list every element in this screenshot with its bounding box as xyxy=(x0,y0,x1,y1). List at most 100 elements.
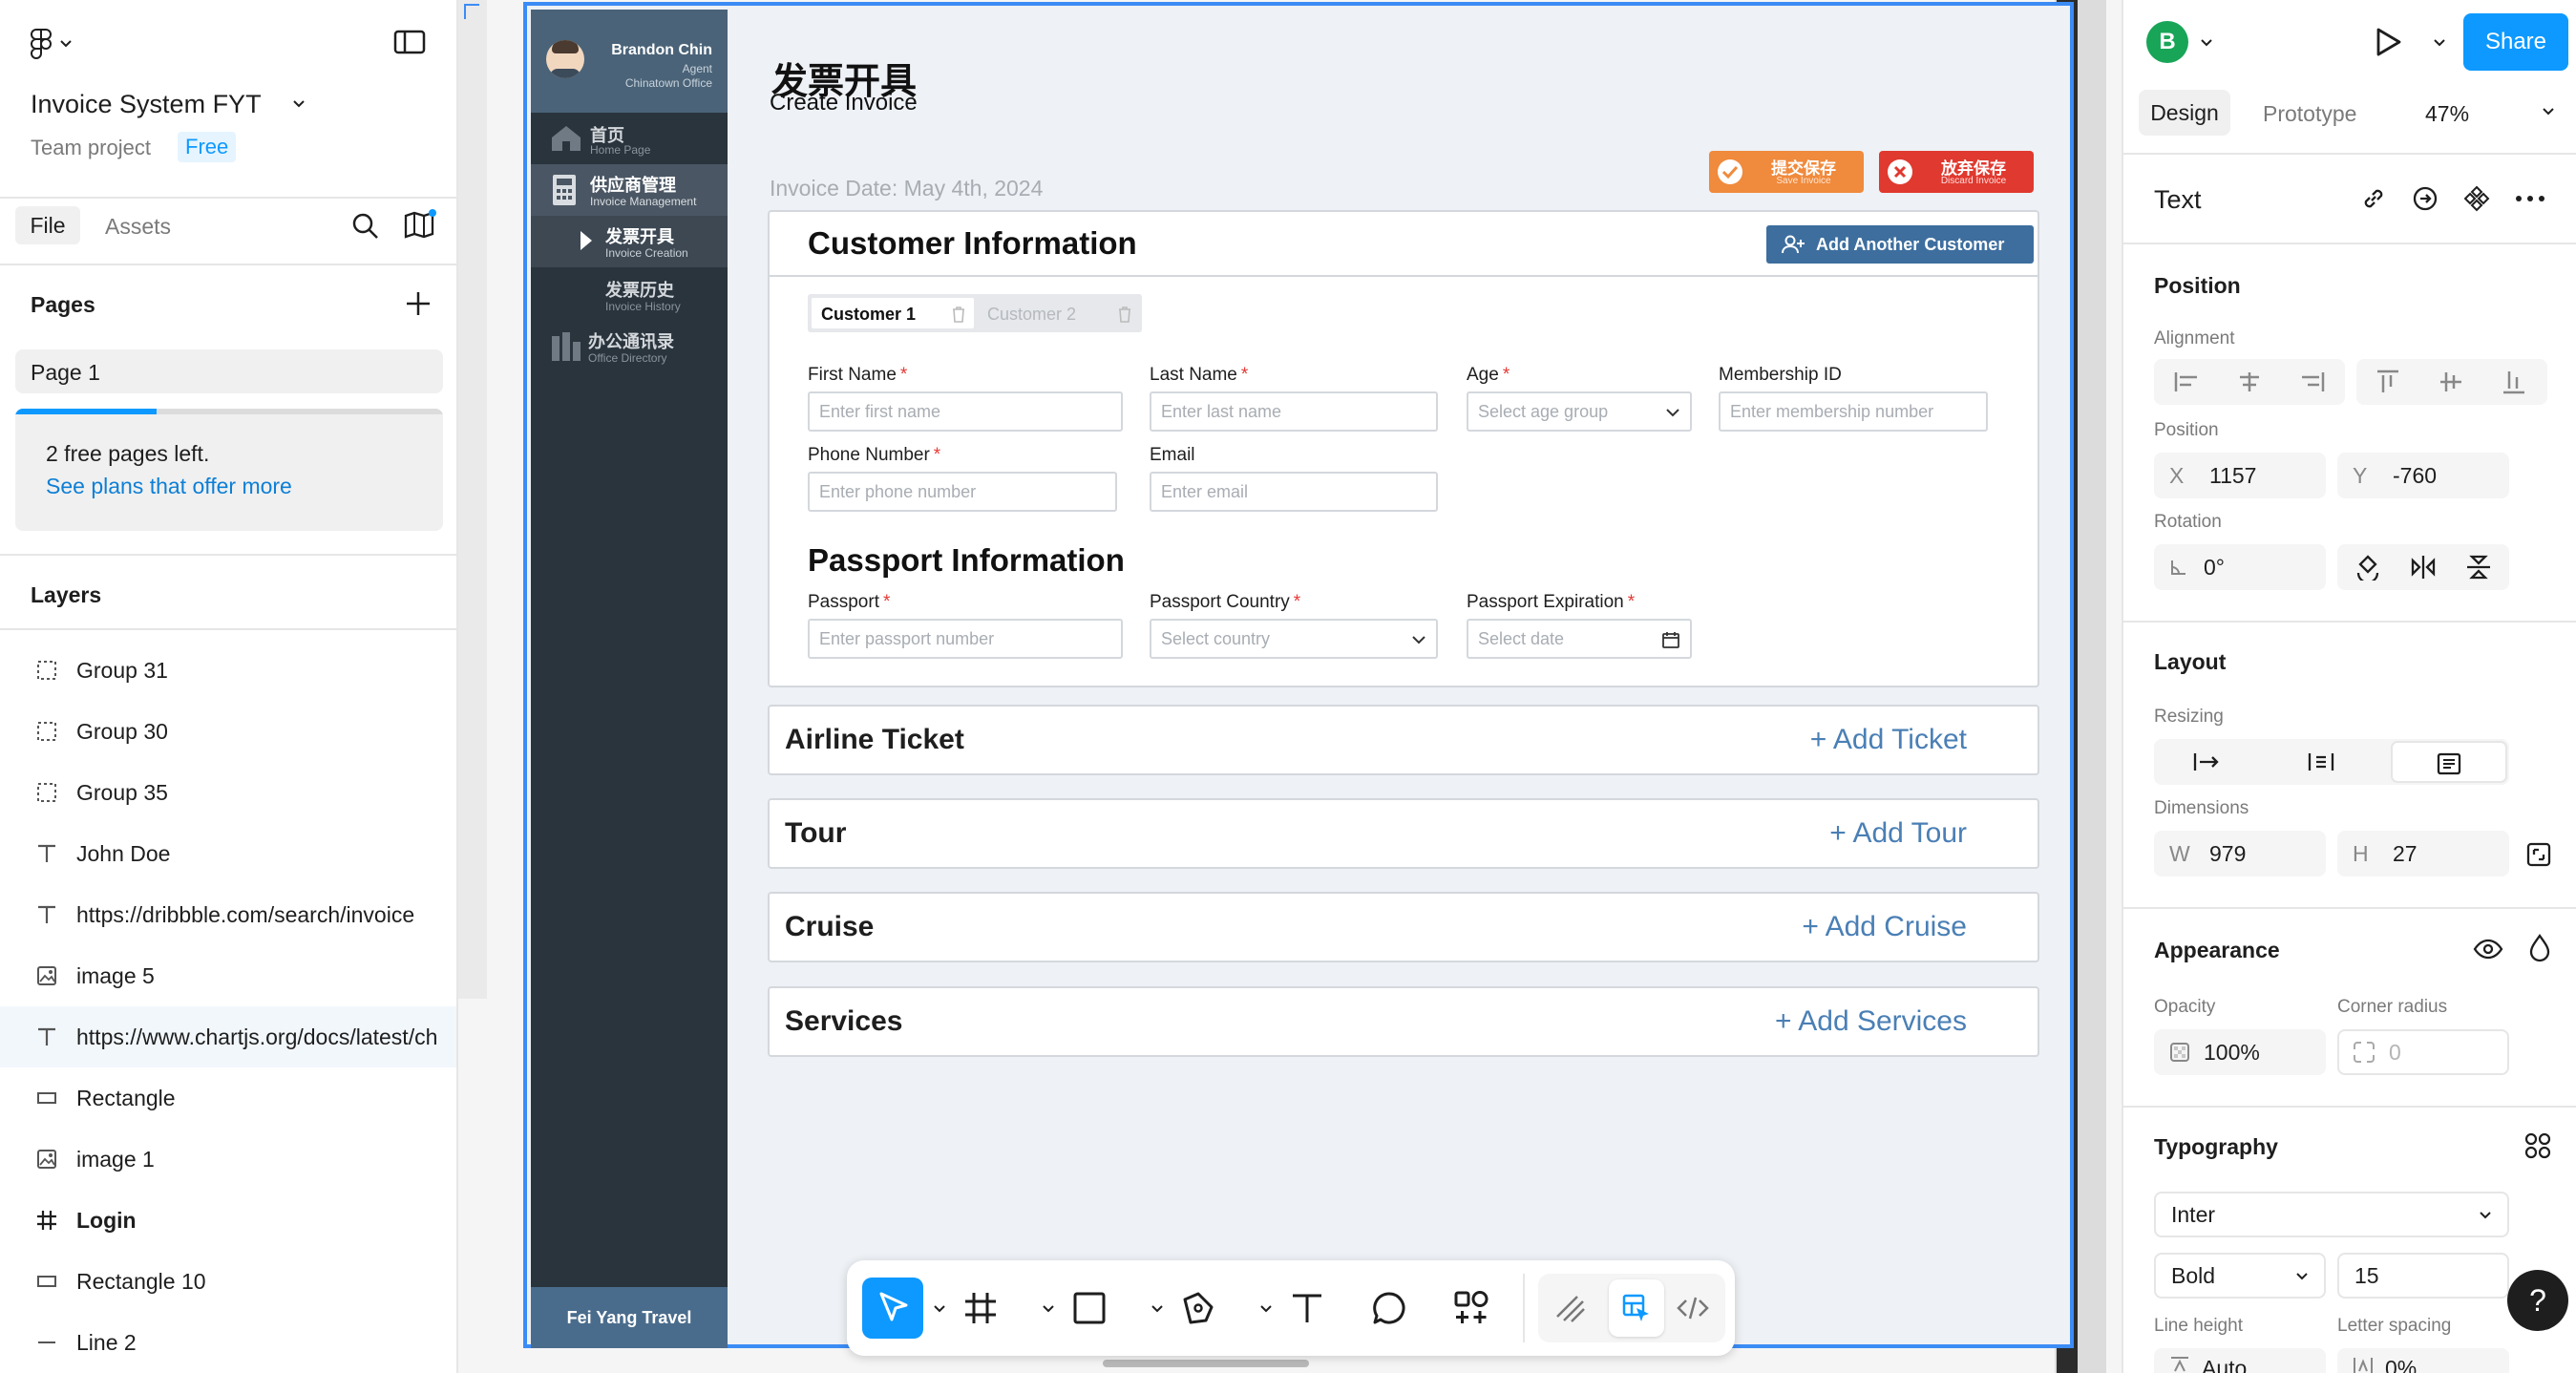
tab-customer-1[interactable]: Customer 1 xyxy=(812,298,974,328)
invoice-frame[interactable]: Brandon Chin Agent Chinatown Office 首页 H… xyxy=(523,2,2074,1348)
save-invoice-button[interactable]: 提交保存 Save Invoice xyxy=(1709,151,1864,193)
flip-horizontal-icon[interactable] xyxy=(2410,554,2437,581)
membership-input[interactable]: Enter membership number xyxy=(1719,391,1988,432)
layer-item[interactable]: John Doe xyxy=(0,823,456,884)
align-bottom-icon[interactable] xyxy=(2502,369,2526,395)
tab-prototype[interactable]: Prototype xyxy=(2263,101,2356,127)
width-input[interactable]: W 979 xyxy=(2154,831,2326,877)
eye-icon[interactable] xyxy=(2473,938,2503,961)
layer-item[interactable]: Login xyxy=(0,1190,456,1251)
discard-invoice-button[interactable]: 放弃保存 Discard Invoice xyxy=(1879,151,2034,193)
align-right-icon[interactable] xyxy=(2299,370,2326,393)
layer-item[interactable]: Group 31 xyxy=(0,640,456,701)
add-cruise-button[interactable]: + Add Cruise xyxy=(1802,911,1967,943)
rotation-input[interactable]: 0° xyxy=(2154,544,2326,590)
flip-vertical-icon[interactable] xyxy=(2465,554,2492,581)
chevron-down-icon[interactable] xyxy=(1151,1304,1164,1314)
height-input[interactable]: H 27 xyxy=(2337,831,2509,877)
fixed-width-icon[interactable] xyxy=(2192,750,2221,773)
tab-customer-2[interactable]: Customer 2 xyxy=(978,298,1138,328)
zoom-level[interactable]: 47% xyxy=(2425,101,2469,127)
nav-item-office-directory[interactable]: 办公通讯录 Office Directory xyxy=(531,321,728,372)
rotate-icon[interactable] xyxy=(2354,554,2381,581)
x-position-input[interactable]: X 1157 xyxy=(2154,453,2326,498)
auto-width-option[interactable] xyxy=(2391,741,2507,783)
layer-item[interactable]: Group 30 xyxy=(0,701,456,762)
align-middle-icon[interactable] xyxy=(2439,369,2463,395)
share-button[interactable]: Share xyxy=(2463,13,2568,71)
layer-item[interactable]: Rectangle 10 xyxy=(0,1251,456,1312)
add-tour-button[interactable]: + Add Tour xyxy=(1829,817,1967,850)
age-select[interactable]: Select age group xyxy=(1467,391,1692,432)
layer-item[interactable]: https://dribbble.com/search/invoice xyxy=(0,884,456,945)
passport-label: Passport * xyxy=(808,592,891,612)
layer-item[interactable]: Group 35 xyxy=(0,762,456,823)
passport-expiration-input[interactable]: Select date xyxy=(1467,619,1692,659)
text-styles-icon[interactable] xyxy=(2524,1132,2551,1159)
section-cruise[interactable]: Cruise + Add Cruise xyxy=(768,892,2039,962)
letter-spacing-input[interactable]: 0% xyxy=(2337,1348,2509,1373)
font-size-input[interactable]: 15 xyxy=(2337,1253,2509,1299)
align-top-icon[interactable] xyxy=(2375,369,2400,395)
present-icon[interactable] xyxy=(2374,27,2402,57)
last-name-input[interactable]: Enter last name xyxy=(1150,391,1438,432)
trash-icon[interactable] xyxy=(1117,306,1132,323)
chevron-down-icon[interactable] xyxy=(1042,1304,1055,1314)
nav-item-invoice-creation[interactable]: 发票开具 Invoice Creation xyxy=(531,216,728,267)
draw-mode-icon[interactable] xyxy=(1550,1287,1592,1329)
resize-to-fit-icon[interactable] xyxy=(2526,842,2551,867)
phone-input[interactable]: Enter phone number xyxy=(808,472,1117,512)
layer-item[interactable]: Rectangle xyxy=(0,1067,456,1129)
frame-tool-icon[interactable] xyxy=(960,1287,1002,1329)
passport-input[interactable]: Enter passport number xyxy=(808,619,1123,659)
chevron-down-icon[interactable] xyxy=(2542,107,2555,116)
nav-item-invoice-history[interactable]: 发票历史 Invoice History xyxy=(531,267,728,319)
opacity-input[interactable]: 100% xyxy=(2154,1029,2326,1075)
blend-mode-icon[interactable] xyxy=(2528,934,2551,962)
add-customer-button[interactable]: Add Another Customer xyxy=(1766,225,2034,264)
comment-tool-icon[interactable] xyxy=(1368,1287,1410,1329)
chevron-down-icon[interactable] xyxy=(933,1304,946,1314)
layer-item[interactable]: https://www.chartjs.org/docs/latest/ch xyxy=(0,1006,456,1067)
more-icon[interactable] xyxy=(2515,191,2545,206)
avatar[interactable]: B xyxy=(2146,21,2188,63)
add-services-button[interactable]: + Add Services xyxy=(1775,1005,1967,1038)
move-tool-button[interactable] xyxy=(862,1278,923,1339)
y-position-input[interactable]: Y -760 xyxy=(2337,453,2509,498)
section-airline-ticket[interactable]: Airline Ticket + Add Ticket xyxy=(768,705,2039,775)
font-family-select[interactable]: Inter xyxy=(2154,1192,2509,1237)
pen-tool-icon[interactable] xyxy=(1177,1287,1219,1329)
add-ticket-button[interactable]: + Add Ticket xyxy=(1810,724,1967,756)
auto-height-icon[interactable] xyxy=(2307,750,2335,773)
email-input[interactable]: Enter email xyxy=(1150,472,1438,512)
horizontal-scrollbar[interactable] xyxy=(1103,1360,1309,1367)
trash-icon[interactable] xyxy=(951,306,966,323)
rectangle-tool-icon[interactable] xyxy=(1068,1287,1110,1329)
section-services[interactable]: Services + Add Services xyxy=(768,986,2039,1057)
actions-tool-icon[interactable] xyxy=(1450,1287,1492,1329)
help-button[interactable]: ? xyxy=(2507,1270,2568,1331)
corner-radius-input[interactable]: 0 xyxy=(2337,1029,2509,1075)
first-name-input[interactable]: Enter first name xyxy=(808,391,1123,432)
align-left-icon[interactable] xyxy=(2173,370,2200,393)
line-height-input[interactable]: Auto xyxy=(2154,1348,2326,1373)
tab-design[interactable]: Design xyxy=(2139,90,2230,136)
align-center-h-icon[interactable] xyxy=(2236,370,2263,393)
layer-item[interactable]: image 5 xyxy=(0,945,456,1006)
layer-item[interactable]: Line 2 xyxy=(0,1312,456,1373)
section-tour[interactable]: Tour + Add Tour xyxy=(768,798,2039,869)
style-icon[interactable] xyxy=(2412,185,2439,212)
dev-mode-icon[interactable] xyxy=(1672,1287,1714,1329)
design-mode-button[interactable] xyxy=(1609,1279,1664,1337)
text-tool-icon[interactable] xyxy=(1286,1287,1328,1329)
link-icon[interactable] xyxy=(2360,185,2387,212)
passport-country-select[interactable]: Select country xyxy=(1150,619,1438,659)
font-weight-select[interactable]: Bold xyxy=(2154,1253,2326,1299)
chevron-down-icon[interactable] xyxy=(2200,38,2213,48)
nav-item-invoice-management[interactable]: 供应商管理 Invoice Management xyxy=(531,164,728,216)
chevron-down-icon[interactable] xyxy=(1259,1304,1273,1314)
chevron-down-icon[interactable] xyxy=(2433,38,2446,48)
component-icon[interactable] xyxy=(2463,185,2490,212)
layer-item[interactable]: image 1 xyxy=(0,1129,456,1190)
nav-item-home[interactable]: 首页 Home Page xyxy=(531,113,728,164)
